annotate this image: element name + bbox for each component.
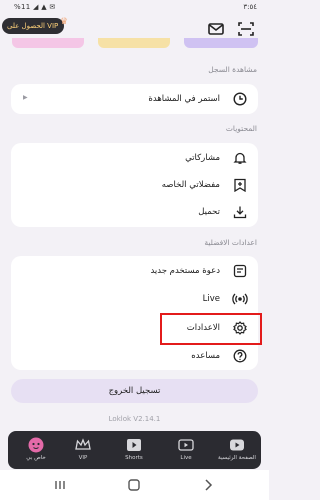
system-nav-bar [0,470,269,500]
nav-vip[interactable]: VIP [65,431,101,469]
nav-profile-label: خاص بي [26,455,46,461]
live-label: Live [202,294,220,304]
nav-profile[interactable]: خاص بي [18,431,54,469]
vip-icon [75,438,91,450]
nav-home[interactable]: الصفحة الرئيسية [218,431,256,469]
settings-highlight-box [160,313,262,345]
nav-shorts-label: Shorts [125,455,143,461]
profile-icon [28,437,44,453]
my-posts-row[interactable]: مشاركاتي [11,145,258,171]
my-favorites-row[interactable]: مفضلاتي الخاصه [11,172,258,198]
invite-icon [233,264,247,278]
live-icon [178,439,194,451]
recent-apps-icon[interactable] [52,478,68,492]
clock-icon [233,92,247,106]
scan-icon[interactable] [237,21,255,37]
shorts-icon [127,439,141,451]
status-time: ٣:٥٤ [243,3,257,11]
content-section-title: المحتويات [225,124,257,133]
back-icon[interactable] [200,478,216,492]
history-card: استمر في المشاهدة ▶ [11,84,258,114]
home-button-icon[interactable] [126,478,142,492]
app-version: Loklok V2.14.1 [108,415,161,423]
promo-card-pink[interactable] [12,38,84,48]
history-section-title: مشاهدة السجل [208,65,257,74]
content-card: مشاركاتي مفضلاتي الخاصه تحميل [11,143,258,227]
bottom-nav: خاص بي VIP Shorts Live الصفحة الرئيسية [8,431,261,469]
live-row[interactable]: Live [11,286,258,312]
mail-icon[interactable] [207,21,225,37]
nav-live[interactable]: Live [168,431,204,469]
help-label: مساعده [191,351,220,361]
help-row[interactable]: مساعده [11,343,258,369]
nav-home-label: الصفحة الرئيسية [218,455,256,461]
home-icon [230,439,244,451]
download-row[interactable]: تحميل [11,199,258,225]
promo-card-yellow[interactable] [98,38,170,48]
get-vip-label: الحصول على VIP [7,22,59,30]
nav-shorts[interactable]: Shorts [116,431,152,469]
continue-watching-row[interactable]: استمر في المشاهدة ▶ [11,86,258,112]
invite-user-row[interactable]: دعوة مستخدم جديد [11,258,258,284]
status-indicators: %11 ◢ ▲ ✉ [14,3,56,11]
my-posts-label: مشاركاتي [185,153,220,163]
crown-icon: ♛ [60,17,69,27]
my-favorites-label: مفضلاتي الخاصه [161,180,220,190]
help-icon [233,349,247,363]
bell-icon [233,152,247,164]
continue-watching-label: استمر في المشاهدة [148,94,220,104]
status-bar: %11 ◢ ▲ ✉ ٣:٥٤ [0,0,269,14]
get-vip-button[interactable]: الحصول على VIP ♛ [2,17,68,34]
nav-live-label: Live [180,455,192,461]
broadcast-icon [232,293,248,305]
promo-card-purple[interactable] [184,38,258,48]
promo-cards [0,38,269,48]
download-label: تحميل [198,207,220,217]
preferences-section-title: اعدادات الافضلية [204,238,257,247]
play-arrow-icon: ▶ [23,94,28,101]
invite-user-label: دعوة مستخدم جديد [150,266,220,276]
download-icon [233,206,247,219]
nav-vip-label: VIP [78,455,88,461]
logout-button[interactable]: تسجيل الخروج [11,379,258,403]
bookmark-plus-icon [234,178,246,192]
